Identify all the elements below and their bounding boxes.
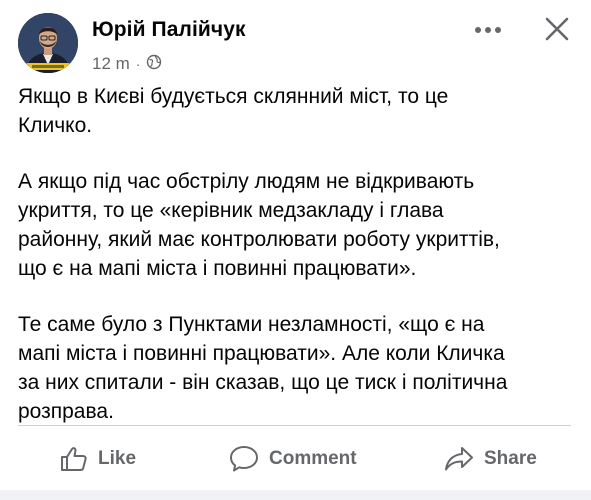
meta-separator: · — [135, 56, 141, 72]
post-actions: Like Comment Share — [0, 437, 591, 481]
post-header: Юрій Палійчук 12 m · — [0, 0, 591, 90]
post-timestamp[interactable]: 12 m — [92, 54, 130, 74]
comment-label: Comment — [269, 448, 357, 469]
close-button[interactable] — [540, 14, 574, 48]
close-icon — [544, 16, 570, 47]
post-paragraph: Те саме було з Пунктами незламності, «що… — [18, 313, 508, 423]
comment-bubble-icon — [229, 445, 259, 473]
post-paragraph: А якщо під час обстрілу людям не відкрив… — [18, 170, 500, 280]
actions-divider — [18, 425, 571, 426]
share-arrow-icon — [444, 446, 474, 472]
like-button[interactable]: Like — [60, 437, 136, 481]
post-paragraph: Якщо в Києві будується склянний міст, то… — [18, 85, 449, 137]
post-body: Якщо в Києві будується склянний міст, то… — [18, 82, 578, 426]
thumbs-up-icon — [60, 446, 88, 472]
globe-icon[interactable] — [146, 54, 162, 75]
avatar-photo — [18, 13, 78, 73]
feed-separator — [0, 490, 591, 500]
share-button[interactable]: Share — [444, 437, 537, 481]
avatar[interactable] — [18, 13, 78, 73]
post-meta: 12 m · — [92, 53, 162, 75]
more-horizontal-icon — [473, 21, 503, 39]
author-name[interactable]: Юрій Палійчук — [92, 18, 246, 42]
more-options-button[interactable] — [470, 18, 506, 42]
facebook-post: Юрій Палійчук 12 m · Якщо в Києві будуєт… — [0, 0, 591, 500]
like-label: Like — [98, 448, 137, 469]
share-label: Share — [484, 448, 537, 469]
comment-button[interactable]: Comment — [229, 437, 357, 481]
